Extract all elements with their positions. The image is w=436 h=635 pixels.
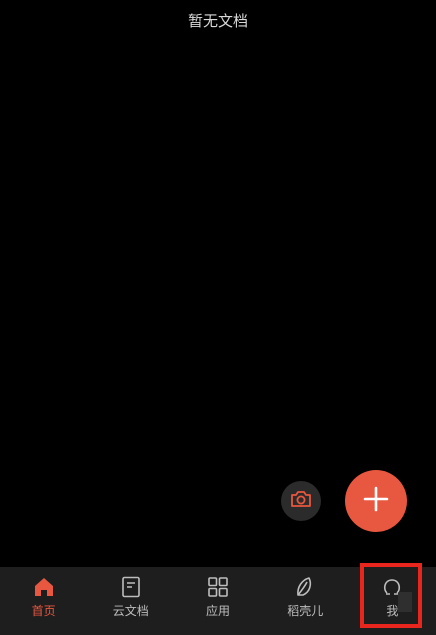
tab-me-overlay [398, 592, 412, 612]
tab-docer[interactable]: 稻壳儿 [262, 567, 349, 635]
tab-docer-label: 稻壳儿 [287, 604, 324, 618]
tab-home-label: 首页 [31, 604, 56, 618]
leaf-icon [293, 575, 317, 599]
tab-apps[interactable]: 应用 [174, 567, 261, 635]
tab-apps-label: 应用 [206, 604, 231, 618]
tab-cloud-docs-label: 云文档 [112, 604, 149, 618]
tab-cloud-docs[interactable]: 云文档 [87, 567, 174, 635]
tab-me[interactable]: 我 [349, 567, 436, 635]
tab-me-label: 我 [386, 604, 399, 618]
add-document-button[interactable] [345, 470, 407, 532]
screen: 暂无文档 首页 云文档 应用 稻壳儿 我 [0, 0, 436, 635]
bottom-tab-bar: 首页 云文档 应用 稻壳儿 我 [0, 567, 436, 635]
camera-icon [290, 490, 312, 512]
home-icon [32, 575, 56, 599]
plus-icon [363, 486, 389, 516]
grid-icon [206, 575, 230, 599]
camera-button[interactable] [281, 481, 321, 521]
document-icon [119, 575, 143, 599]
tab-home[interactable]: 首页 [0, 567, 87, 635]
empty-state-title: 暂无文档 [187, 12, 248, 30]
